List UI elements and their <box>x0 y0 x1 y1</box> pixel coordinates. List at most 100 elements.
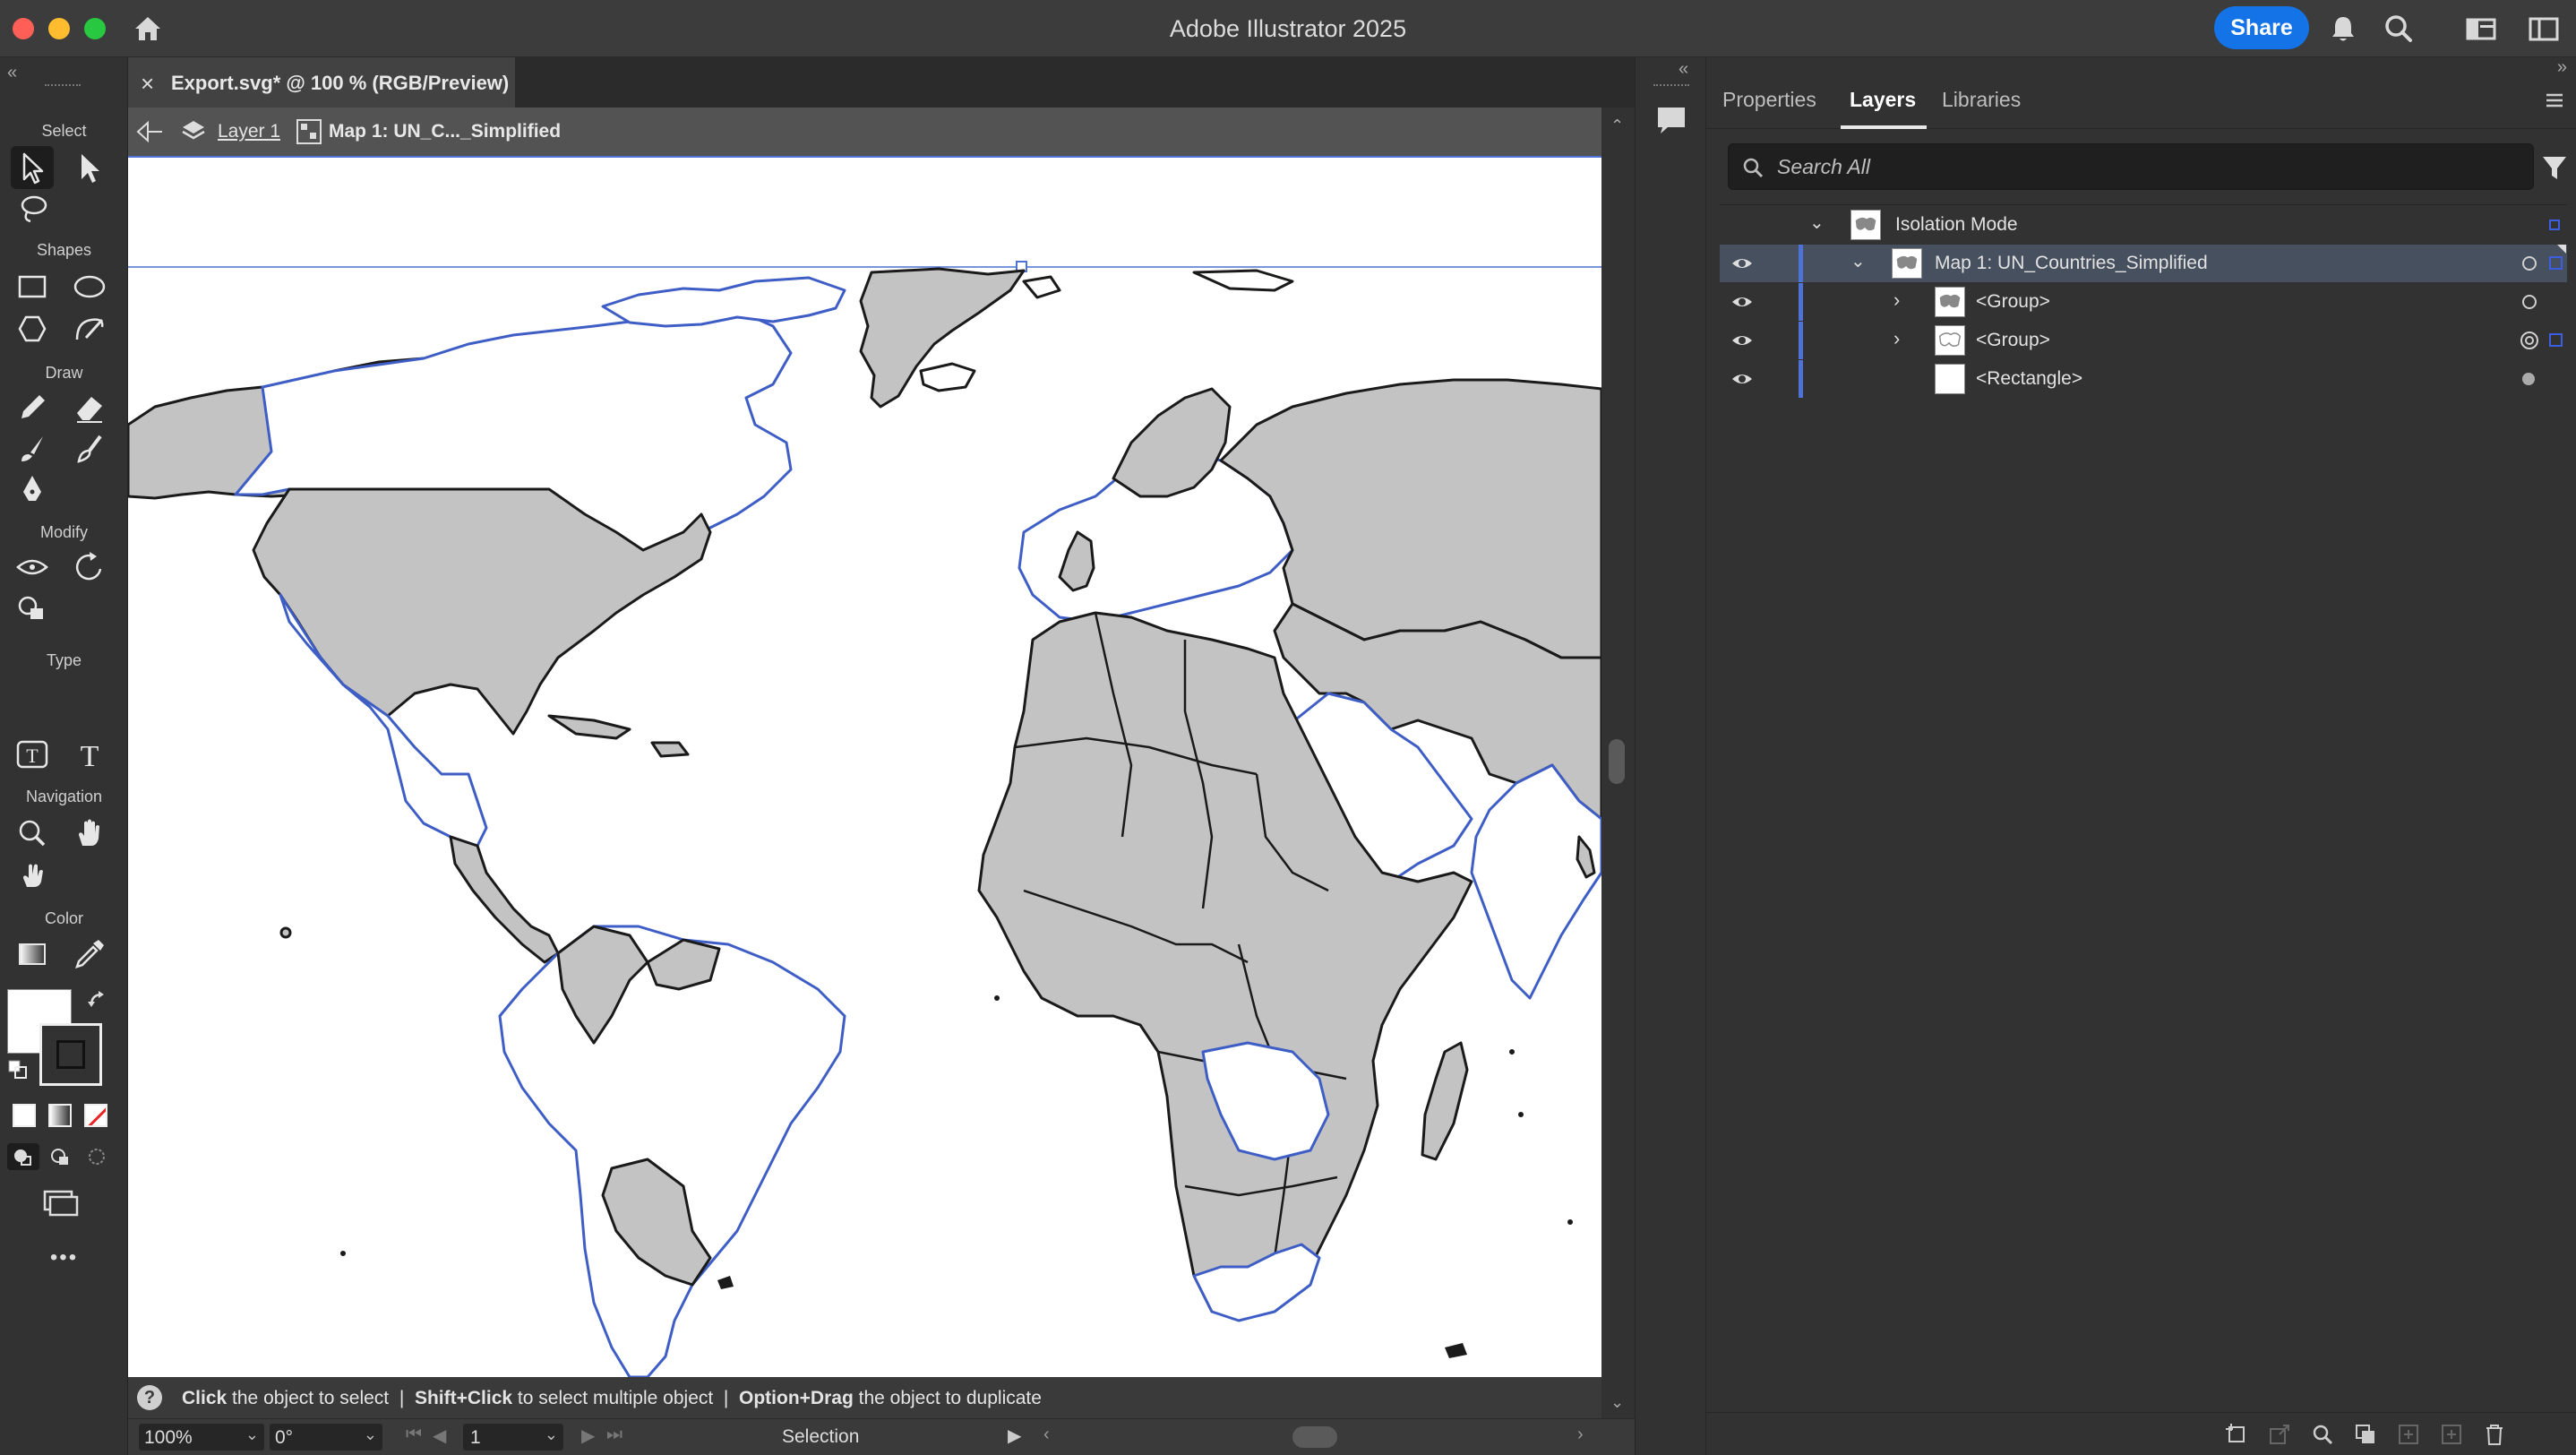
layers-search[interactable] <box>1728 143 2534 190</box>
rotate-view-tool[interactable] <box>11 853 54 896</box>
share-button[interactable]: Share <box>2214 6 2309 49</box>
direct-selection-tool[interactable] <box>68 146 111 189</box>
layer-row-isolation-mode[interactable]: ⌄ Isolation Mode <box>1720 206 2567 244</box>
visibility-eye-icon[interactable] <box>1730 368 1754 390</box>
dock-grip[interactable] <box>1653 84 1689 86</box>
width-tool[interactable] <box>11 546 54 589</box>
minimize-window-button[interactable] <box>48 18 70 39</box>
pencil-tool[interactable] <box>11 386 54 429</box>
expand-panels-icon[interactable]: « <box>1679 59 1688 80</box>
close-window-button[interactable] <box>13 18 34 39</box>
selection-tool[interactable] <box>11 146 54 189</box>
trash-icon[interactable] <box>2482 1422 2507 1447</box>
scroll-up-icon[interactable]: ⌃ <box>1610 116 1624 135</box>
zoom-window-button[interactable] <box>84 18 106 39</box>
scrollbar-thumb[interactable] <box>1609 739 1625 784</box>
swap-colors-icon[interactable] <box>86 989 109 1012</box>
locate-object-icon[interactable] <box>2310 1422 2335 1447</box>
export-icon[interactable] <box>2267 1422 2292 1447</box>
default-colors-icon[interactable] <box>7 1059 29 1080</box>
document-tab[interactable]: × Export.svg* @ 100 % (RGB/Preview) <box>128 57 515 108</box>
lasso-tool[interactable] <box>11 187 54 230</box>
back-arrow-icon[interactable] <box>135 120 166 143</box>
hand-tool[interactable] <box>68 812 111 855</box>
draw-inside-icon[interactable] <box>81 1143 113 1170</box>
rectangle-tool[interactable] <box>11 265 54 308</box>
ellipse-tool[interactable] <box>68 265 111 308</box>
selection-indicator[interactable] <box>2549 220 2560 230</box>
search-icon[interactable] <box>2381 11 2417 47</box>
visibility-eye-icon[interactable] <box>1730 291 1754 313</box>
home-icon[interactable] <box>130 11 166 47</box>
draw-normal-icon[interactable] <box>7 1143 39 1170</box>
target-double-circle-icon[interactable] <box>2520 331 2538 349</box>
layer-row-group-2[interactable]: › <Group> <box>1720 322 2567 359</box>
visibility-eye-icon[interactable] <box>1730 330 1754 351</box>
workspace-switcher-icon[interactable] <box>2463 11 2499 47</box>
vertical-scrollbar[interactable]: ⌃ ⌄ <box>1601 108 1635 1417</box>
layer-row-group-1[interactable]: › <Group> <box>1720 283 2567 321</box>
panel-layout-icon[interactable] <box>2526 11 2562 47</box>
last-artboard-icon[interactable]: ⏭ <box>606 1425 623 1445</box>
create-sublayer-icon[interactable] <box>2396 1422 2421 1447</box>
next-artboard-icon[interactable]: ▶ <box>581 1425 595 1447</box>
color-mode-button[interactable] <box>13 1104 36 1127</box>
target-circle-icon[interactable] <box>2522 295 2537 309</box>
target-filled-icon[interactable] <box>2522 373 2535 385</box>
pen-tool[interactable] <box>11 469 54 512</box>
type-tool[interactable]: T <box>68 733 111 776</box>
screen-mode-icon[interactable] <box>39 1188 82 1220</box>
toolbar-grip[interactable] <box>45 84 81 88</box>
chevron-down-icon[interactable]: ⌄ <box>1850 250 1866 272</box>
status-menu-arrow-icon[interactable]: ▶ <box>1008 1425 1021 1447</box>
edit-toolbar-button[interactable]: ••• <box>0 1245 128 1270</box>
artboard-select[interactable]: 1 ⌄ <box>463 1424 563 1451</box>
chevron-right-icon[interactable]: › <box>1893 327 1900 350</box>
zoom-tool[interactable] <box>11 812 54 855</box>
tab-properties[interactable]: Properties <box>1722 88 1816 112</box>
previous-artboard-icon[interactable]: ◀ <box>433 1425 446 1447</box>
chevron-right-icon[interactable]: › <box>1893 288 1900 312</box>
gradient-mode-button[interactable] <box>48 1104 72 1127</box>
stroke-swatch[interactable] <box>39 1023 102 1086</box>
scroll-left-icon[interactable]: ‹ <box>1043 1425 1050 1445</box>
shape-builder-tool[interactable] <box>11 587 54 630</box>
scroll-right-icon[interactable]: › <box>1577 1425 1584 1445</box>
world-map-artwork[interactable] <box>128 156 1601 1377</box>
eyedropper-tool[interactable] <box>68 933 111 976</box>
collect-for-export-icon[interactable] <box>2224 1422 2249 1447</box>
chevron-down-icon[interactable]: ⌄ <box>1809 211 1825 234</box>
tab-layers[interactable]: Layers <box>1850 88 1916 112</box>
rotation-select[interactable]: 0° ⌄ <box>270 1424 382 1451</box>
horizontal-scrollbar-thumb[interactable] <box>1292 1426 1337 1448</box>
collapse-toolbar-icon[interactable]: « <box>7 63 17 83</box>
eraser-tool[interactable] <box>68 386 111 429</box>
scroll-down-icon[interactable]: ⌄ <box>1610 1393 1624 1412</box>
selection-indicator[interactable] <box>2549 256 2563 270</box>
zoom-select[interactable]: 100% ⌄ <box>139 1424 264 1451</box>
touch-type-tool[interactable]: T <box>11 733 54 776</box>
selection-indicator[interactable] <box>2549 333 2563 347</box>
first-artboard-icon[interactable]: ⏮ <box>406 1425 422 1445</box>
polygon-tool[interactable] <box>11 307 54 350</box>
close-document-icon[interactable]: × <box>141 70 154 98</box>
bell-icon[interactable] <box>2325 11 2361 47</box>
layers-search-input[interactable] <box>1777 151 2512 182</box>
none-mode-button[interactable] <box>84 1104 107 1127</box>
layer-row-rectangle[interactable]: <Rectangle> <box>1720 360 2567 398</box>
shaper-tool[interactable] <box>68 307 111 350</box>
target-circle-icon[interactable] <box>2522 256 2537 271</box>
draw-behind-icon[interactable] <box>45 1143 77 1170</box>
artboard-canvas[interactable] <box>128 156 1601 1377</box>
visibility-eye-icon[interactable] <box>1730 253 1754 274</box>
rotate-tool[interactable] <box>68 546 111 589</box>
tab-libraries[interactable]: Libraries <box>1942 88 2021 112</box>
create-new-layer-icon[interactable] <box>2439 1422 2464 1447</box>
gradient-tool[interactable] <box>11 933 54 976</box>
comments-icon[interactable] <box>1653 102 1689 138</box>
make-clipping-mask-icon[interactable] <box>2353 1422 2378 1447</box>
help-icon[interactable]: ? <box>137 1385 162 1410</box>
layer-row-map-1[interactable]: ⌄ Map 1: UN_Countries_Simplified <box>1720 245 2567 282</box>
breadcrumb-layer[interactable]: Layer 1 <box>218 121 280 142</box>
paintbrush-tool[interactable] <box>11 427 54 470</box>
